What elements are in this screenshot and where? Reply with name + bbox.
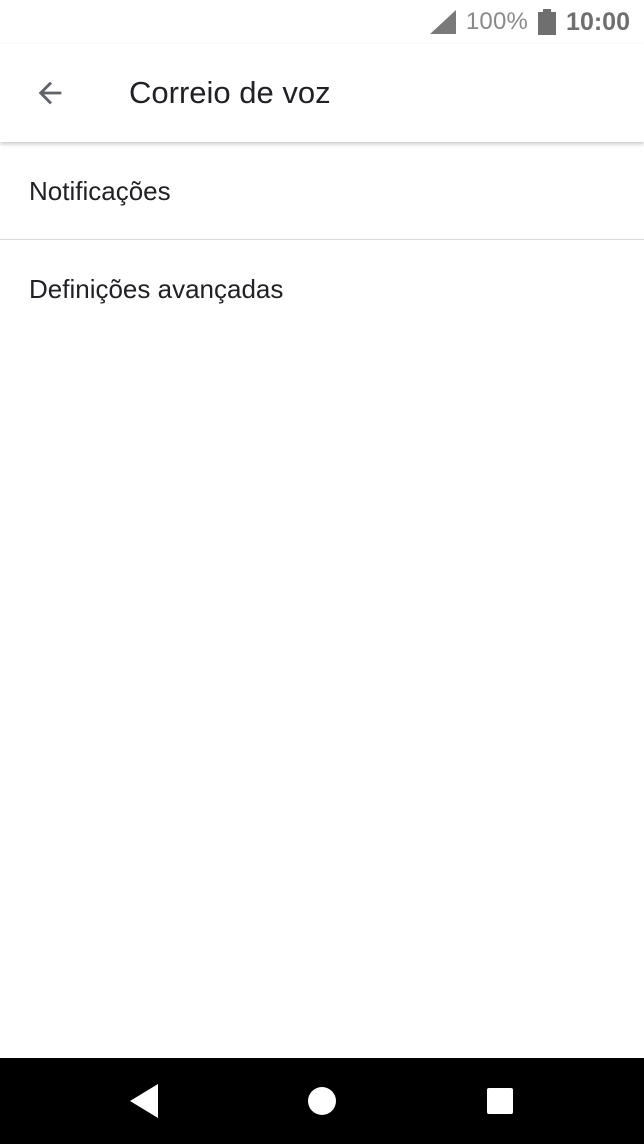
settings-item-advanced[interactable]: Definições avançadas <box>0 240 644 337</box>
navigation-bar <box>0 1058 644 1144</box>
status-clock: 10:00 <box>566 7 630 36</box>
nav-home-icon <box>307 1086 337 1116</box>
app-bar: Correio de voz <box>0 44 644 142</box>
nav-back-button[interactable] <box>121 1078 167 1124</box>
arrow-back-icon <box>33 76 67 110</box>
nav-recents-icon <box>486 1087 514 1115</box>
status-indicators: 100% 10:00 <box>429 6 630 38</box>
nav-back-icon <box>128 1083 160 1119</box>
signal-icon <box>429 10 456 34</box>
battery-icon <box>538 9 557 35</box>
nav-home-button[interactable] <box>299 1078 345 1124</box>
settings-item-label: Notificações <box>29 176 171 206</box>
settings-list: Notificações Definições avançadas <box>0 142 644 337</box>
nav-recents-button[interactable] <box>477 1078 523 1124</box>
status-bar: 100% 10:00 <box>0 0 644 44</box>
page-title: Correio de voz <box>129 75 331 110</box>
settings-item-notifications[interactable]: Notificações <box>0 142 644 239</box>
battery-percentage: 100% <box>465 8 529 35</box>
settings-item-label: Definições avançadas <box>29 274 284 304</box>
back-button[interactable] <box>22 70 78 116</box>
